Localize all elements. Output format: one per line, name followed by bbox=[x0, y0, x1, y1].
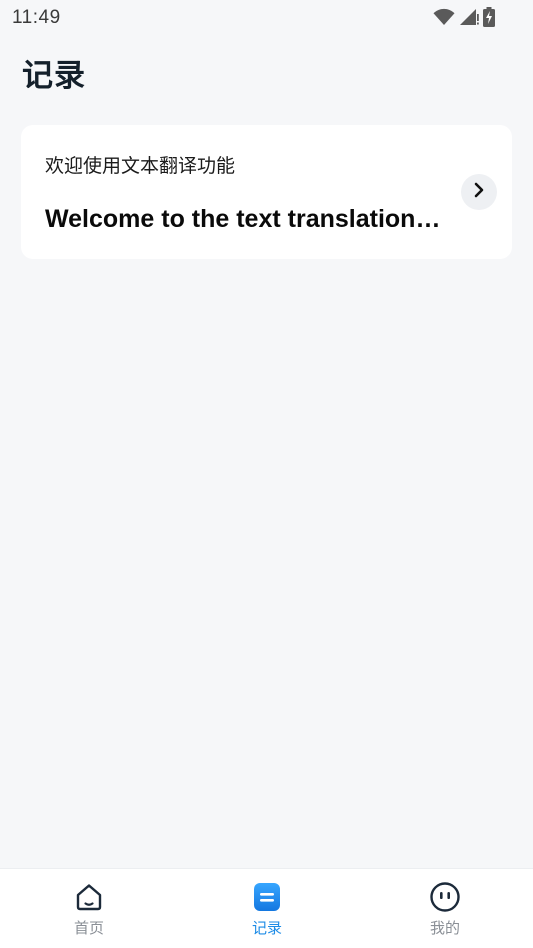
cellular-signal-icon bbox=[459, 8, 479, 26]
chevron-right-icon bbox=[472, 182, 486, 202]
nav-item-mine[interactable]: 我的 bbox=[395, 881, 495, 938]
status-icons bbox=[433, 6, 495, 28]
records-icon bbox=[251, 881, 283, 913]
nav-item-home[interactable]: 首页 bbox=[39, 881, 139, 938]
profile-face-icon bbox=[429, 881, 461, 913]
nav-label-home: 首页 bbox=[73, 919, 104, 937]
status-time: 11:49 bbox=[12, 7, 61, 28]
record-card[interactable]: 欢迎使用文本翻译功能 Welcome to the text translati… bbox=[21, 125, 512, 259]
nav-label-records: 记录 bbox=[251, 919, 282, 937]
nav-label-mine: 我的 bbox=[429, 919, 460, 937]
record-open-button[interactable] bbox=[461, 174, 497, 210]
battery-charging-icon bbox=[483, 7, 495, 27]
record-source-text: 欢迎使用文本翻译功能 bbox=[45, 155, 236, 177]
home-icon bbox=[73, 881, 105, 913]
wifi-icon bbox=[433, 8, 455, 26]
page-title: 记录 bbox=[22, 58, 86, 94]
nav-item-records[interactable]: 记录 bbox=[217, 881, 317, 938]
bottom-nav: 首页 记录 我的 bbox=[0, 868, 533, 948]
record-translated-text: Welcome to the text translation function bbox=[45, 205, 445, 233]
status-bar: 11:49 bbox=[0, 0, 533, 36]
